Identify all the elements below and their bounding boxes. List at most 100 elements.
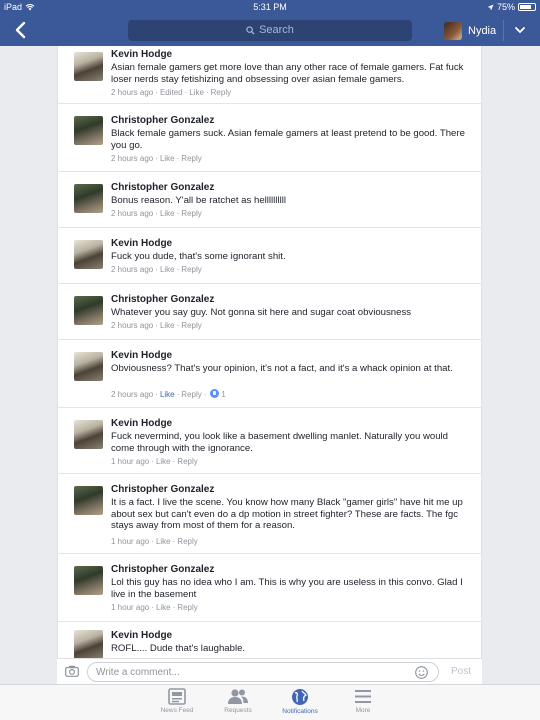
comment-time[interactable]: 1 hour ago xyxy=(111,457,149,466)
comment-time[interactable]: 2 hours ago xyxy=(111,154,153,163)
comment-input[interactable] xyxy=(87,662,439,682)
profile-button[interactable]: Nydia xyxy=(444,20,496,41)
tab-notifications[interactable]: Notifications xyxy=(270,687,330,719)
reply-button[interactable]: Reply xyxy=(177,537,197,546)
reaction-count[interactable]: 1 xyxy=(221,390,225,399)
like-button[interactable]: Like xyxy=(160,265,175,274)
post-button[interactable]: Post xyxy=(445,663,477,681)
tab-requests[interactable]: Requests xyxy=(208,687,268,719)
like-button[interactable]: Like xyxy=(160,390,175,399)
comments-panel: Kevin Hodge Asian female gamers get more… xyxy=(57,46,482,658)
like-button[interactable]: Like xyxy=(160,209,175,218)
comment-time[interactable]: 2 hours ago xyxy=(111,390,153,399)
reply-button[interactable]: Reply xyxy=(181,390,201,399)
like-button[interactable]: Like xyxy=(156,537,171,546)
comment-author[interactable]: Christopher Gonzalez xyxy=(111,294,214,305)
camera-icon[interactable] xyxy=(65,665,79,677)
status-bar: iPad 5:31 PM 75% xyxy=(0,0,540,14)
status-time: 5:31 PM xyxy=(253,2,287,12)
comment-time[interactable]: 2 hours ago xyxy=(111,88,153,97)
comment: Christopher Gonzalez It is a fact. I liv… xyxy=(58,474,481,554)
comment-text: Obviousness? That's your opinion, it's n… xyxy=(111,363,453,374)
comment-meta: 1 hour ago · Like · Reply xyxy=(111,537,198,546)
like-button[interactable]: Like xyxy=(160,321,175,330)
comment-author[interactable]: Christopher Gonzalez xyxy=(111,564,214,575)
comment-author[interactable]: Kevin Hodge xyxy=(111,350,172,361)
commenter-avatar[interactable] xyxy=(74,352,103,381)
account-menu-button[interactable] xyxy=(510,20,530,41)
tab-label: Notifications xyxy=(282,708,318,715)
commenter-avatar[interactable] xyxy=(74,420,103,449)
comment-meta: 2 hours ago · Like · Reply xyxy=(111,265,202,274)
comment-time[interactable]: 1 hour ago xyxy=(111,537,149,546)
tab-label: Requests xyxy=(224,707,252,714)
battery-level xyxy=(520,5,531,9)
comment-time[interactable]: 2 hours ago xyxy=(111,265,153,274)
reply-button[interactable]: Reply xyxy=(181,154,201,163)
commenter-avatar[interactable] xyxy=(74,52,103,81)
comment-meta: 1 hour ago · Like · Reply xyxy=(111,603,198,612)
search-bar[interactable]: Search xyxy=(128,20,412,41)
comment: Christopher Gonzalez Whatever you say gu… xyxy=(58,284,481,340)
commenter-avatar[interactable] xyxy=(74,296,103,325)
tab-label: More xyxy=(355,707,371,714)
chevron-left-icon xyxy=(15,21,26,39)
tab-bar: News Feed Requests Notifications More xyxy=(0,684,540,720)
commenter-avatar[interactable] xyxy=(74,116,103,145)
comment-author[interactable]: Kevin Hodge xyxy=(111,630,172,641)
comment-time[interactable]: 2 hours ago xyxy=(111,321,153,330)
nav-divider xyxy=(503,20,504,41)
comment: Kevin Hodge Asian female gamers get more… xyxy=(58,46,481,104)
comment-author[interactable]: Christopher Gonzalez xyxy=(111,182,214,193)
commenter-avatar[interactable] xyxy=(74,630,103,658)
comment-text: Bonus reason. Y'all be ratchet as hellll… xyxy=(111,195,286,206)
comment: Christopher Gonzalez Black female gamers… xyxy=(58,104,481,172)
comment-text: Fuck nevermind, you look like a basement… xyxy=(111,431,449,454)
commenter-avatar[interactable] xyxy=(74,240,103,269)
comment: Kevin Hodge Fuck you dude, that's some i… xyxy=(58,228,481,284)
search-icon xyxy=(246,25,255,35)
like-button[interactable]: Like xyxy=(156,457,171,466)
comment-author[interactable]: Christopher Gonzalez xyxy=(111,115,214,126)
location-arrow-icon xyxy=(487,4,494,10)
comment-author[interactable]: Kevin Hodge xyxy=(111,418,172,429)
comment-edited[interactable]: Edited xyxy=(160,88,183,97)
battery-percent: 75% xyxy=(496,2,515,12)
comment-time[interactable]: 1 hour ago xyxy=(111,603,149,612)
reply-button[interactable]: Reply xyxy=(181,265,201,274)
tab-news-feed[interactable]: News Feed xyxy=(147,687,207,719)
comment-meta: 1 hour ago · Like · Reply xyxy=(111,457,198,466)
comment-composer: Post xyxy=(57,658,482,684)
comment-meta: 2 hours ago · Like · Reply xyxy=(111,154,202,163)
comment-text: Whatever you say guy. Not gonna sit here… xyxy=(111,307,412,318)
like-button[interactable]: Like xyxy=(189,88,204,97)
comment: Christopher Gonzalez Lol this guy has no… xyxy=(58,554,481,622)
comment-author[interactable]: Christopher Gonzalez xyxy=(111,484,214,495)
reply-button[interactable]: Reply xyxy=(211,88,231,97)
like-button[interactable]: Like xyxy=(156,603,171,612)
emoji-icon[interactable] xyxy=(415,666,428,679)
commenter-avatar[interactable] xyxy=(74,566,103,595)
reply-button[interactable]: Reply xyxy=(177,603,197,612)
comment-author[interactable]: Kevin Hodge xyxy=(111,49,172,60)
comment-author[interactable]: Kevin Hodge xyxy=(111,238,172,249)
comment: Kevin Hodge Fuck nevermind, you look lik… xyxy=(58,408,481,474)
reply-button[interactable]: Reply xyxy=(177,457,197,466)
comment-text: Lol this guy has no idea who I am. This … xyxy=(111,577,463,600)
comment-text: Asian female gamers get more love than a… xyxy=(111,62,464,85)
chevron-down-icon xyxy=(515,26,525,33)
commenter-avatar[interactable] xyxy=(74,184,103,213)
reply-button[interactable]: Reply xyxy=(181,321,201,330)
nav-bar: Search Nydia xyxy=(0,14,540,46)
comment-meta: 2 hours ago · Like · Reply xyxy=(111,209,202,218)
comment-time[interactable]: 2 hours ago xyxy=(111,209,153,218)
like-button[interactable]: Like xyxy=(160,154,175,163)
comment-text: Fuck you dude, that's some ignorant shit… xyxy=(111,251,286,262)
commenter-avatar[interactable] xyxy=(74,486,103,515)
like-reaction-icon[interactable] xyxy=(210,389,220,398)
tab-more[interactable]: More xyxy=(333,687,393,719)
back-button[interactable] xyxy=(8,18,32,42)
reply-button[interactable]: Reply xyxy=(181,209,201,218)
comment-meta: 2 hours ago · Edited · Like · Reply xyxy=(111,88,232,97)
app-window: iPad 5:31 PM 75% Search Nydia Kevin Hodg… xyxy=(0,0,540,720)
